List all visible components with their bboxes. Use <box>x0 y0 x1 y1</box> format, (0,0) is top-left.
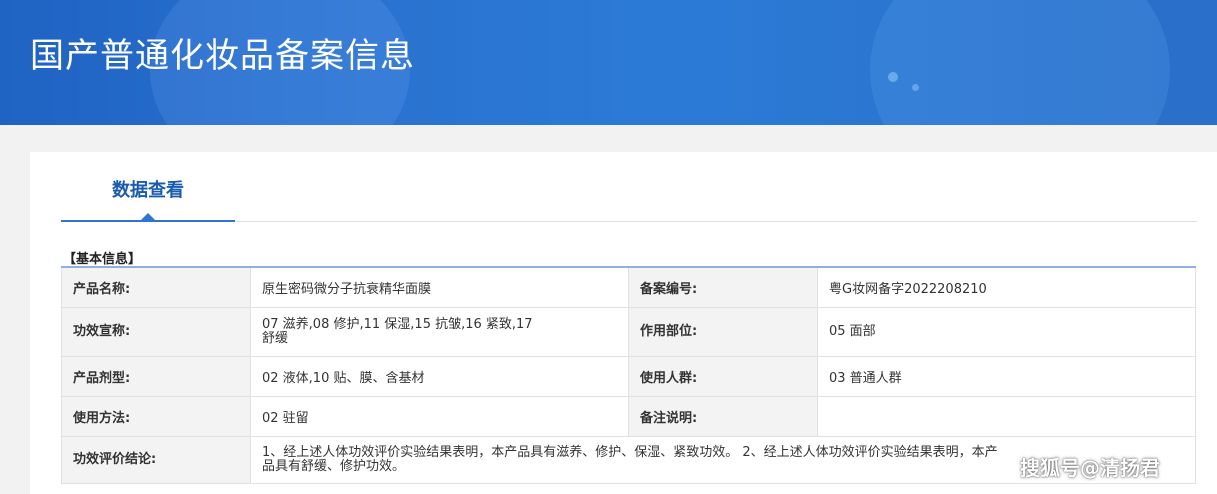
table-row: 使用方法: 02 驻留 备注说明: <box>61 395 1196 437</box>
field-value: 03 普通人群 <box>817 355 1196 397</box>
tab-data-view[interactable]: 数据查看 <box>61 152 235 222</box>
field-value: 02 液体,10 贴、膜、含基材 <box>250 355 629 397</box>
field-value: 07 滋养,08 修护,11 保湿,15 抗皱,16 紧致,17 舒缓 <box>250 306 629 357</box>
field-value: 02 驻留 <box>250 395 629 437</box>
banner-decoration <box>888 72 898 82</box>
content-card: 数据查看 【基本信息】 产品名称: 原生密码微分子抗衰精华面膜 备案编号: 粤G… <box>30 152 1217 494</box>
banner-decoration <box>912 84 919 91</box>
header-banner: 国产普通化妆品备案信息 <box>0 0 1217 125</box>
field-label: 使用方法: <box>61 395 251 437</box>
tab-bar: 数据查看 <box>61 152 1197 222</box>
table-row: 产品剂型: 02 液体,10 贴、膜、含基材 使用人群: 03 普通人群 <box>61 355 1196 397</box>
field-value: 05 面部 <box>817 306 1196 357</box>
field-value-text: 1、经上述人体功效评价实验结果表明，本产品具有滋养、修护、保湿、紧致功效。 2、… <box>262 444 998 474</box>
field-label: 产品剂型: <box>61 355 251 397</box>
field-value-text: 07 滋养,08 修护,11 保湿,15 抗皱,16 紧致,17 舒缓 <box>262 316 533 346</box>
field-label: 使用人群: <box>628 355 818 397</box>
field-label: 功效宣称: <box>61 306 251 357</box>
table-row: 功效宣称: 07 滋养,08 修护,11 保湿,15 抗皱,16 紧致,17 舒… <box>61 306 1196 357</box>
table-row: 产品名称: 原生密码微分子抗衰精华面膜 备案编号: 粤G妆网备字20222082… <box>61 266 1196 308</box>
field-label: 功效评价结论: <box>61 435 251 484</box>
field-label: 备案编号: <box>628 266 818 308</box>
banner-decoration <box>870 0 1170 125</box>
page-title: 国产普通化妆品备案信息 <box>30 36 415 76</box>
basic-info-table: 产品名称: 原生密码微分子抗衰精华面膜 备案编号: 粤G妆网备字20222082… <box>61 266 1196 484</box>
field-value: 原生密码微分子抗衰精华面膜 <box>250 266 629 308</box>
field-value: 粤G妆网备字2022208210 <box>817 266 1196 308</box>
field-label: 产品名称: <box>61 266 251 308</box>
field-value <box>817 395 1196 437</box>
section-title: 【基本信息】 <box>63 252 142 267</box>
field-label: 备注说明: <box>628 395 818 437</box>
active-tab-caret-icon <box>141 213 155 220</box>
watermark: 搜狐号@清扬君 <box>1020 456 1160 480</box>
field-label: 作用部位: <box>628 306 818 357</box>
